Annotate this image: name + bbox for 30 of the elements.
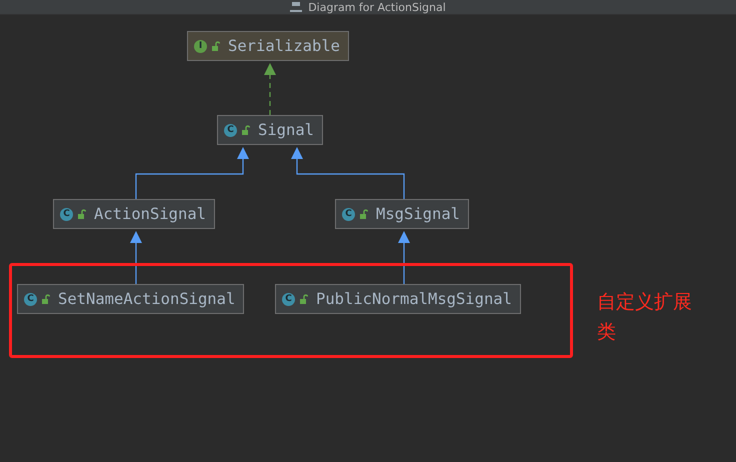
- padlock-icon: [241, 125, 250, 135]
- window-title: Diagram for ActionSignal: [308, 0, 446, 14]
- node-name: Serializable: [228, 37, 340, 55]
- class-icon: C: [60, 208, 73, 220]
- padlock-icon: [41, 294, 50, 304]
- inheritance-arrow: [130, 231, 142, 284]
- node-name: ActionSignal: [94, 205, 206, 223]
- padlock-icon: [211, 41, 220, 51]
- node-name: MsgSignal: [376, 205, 460, 223]
- interface-icon: I: [194, 40, 207, 52]
- class-icon: C: [342, 208, 355, 220]
- annotation-text: 自定义扩展类: [597, 290, 693, 345]
- class-icon: C: [24, 292, 37, 306]
- padlock-icon: [359, 209, 368, 219]
- implements-arrow: [264, 63, 276, 115]
- node-name: Signal: [258, 121, 314, 139]
- class-node[interactable]: C ActionSignal: [53, 199, 215, 229]
- node-name: SetNameActionSignal: [58, 290, 236, 308]
- class-icon: C: [224, 124, 237, 136]
- padlock-icon: [299, 294, 308, 304]
- diagram-icon: [290, 2, 302, 12]
- class-icon: C: [282, 292, 295, 306]
- node-name: PublicNormalMsgSignal: [316, 290, 512, 308]
- class-node[interactable]: C Signal: [217, 115, 323, 145]
- interface-node[interactable]: I Serializable: [187, 31, 349, 61]
- class-node[interactable]: C SetNameActionSignal: [17, 284, 244, 314]
- class-node[interactable]: C MsgSignal: [335, 199, 469, 229]
- class-node[interactable]: C PublicNormalMsgSignal: [275, 284, 521, 314]
- inheritance-arrow: [398, 231, 410, 284]
- padlock-icon: [77, 209, 86, 219]
